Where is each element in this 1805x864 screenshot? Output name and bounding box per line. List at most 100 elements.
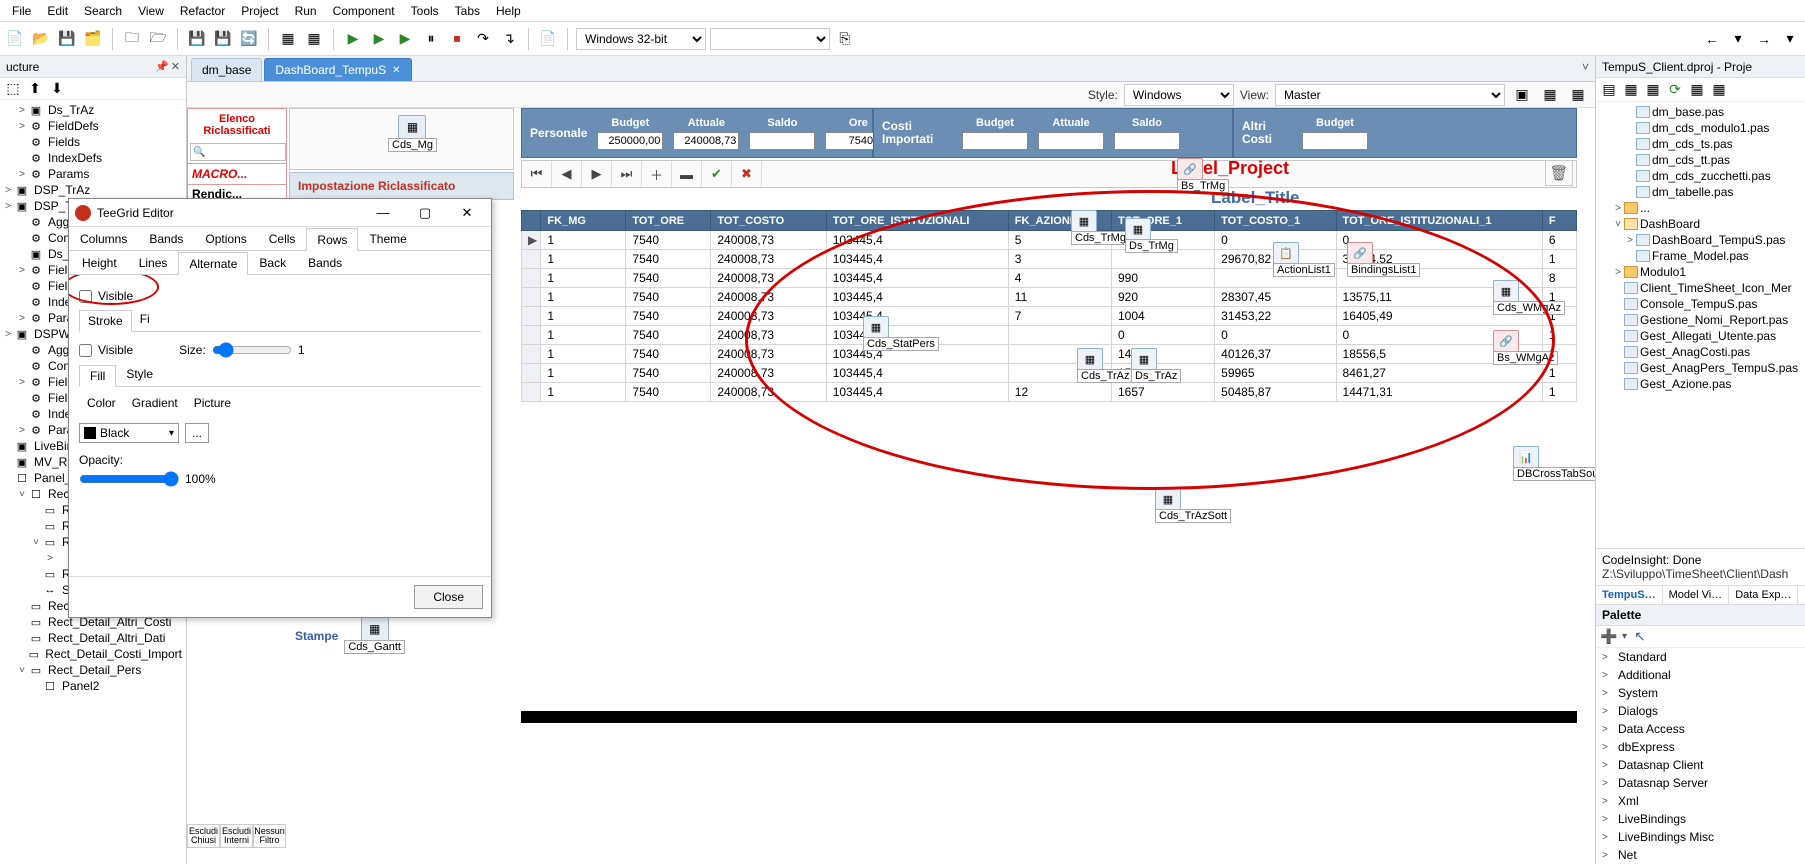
- stroke-tab[interactable]: Stroke: [79, 310, 132, 332]
- dialog-subtab-back[interactable]: Back: [248, 251, 297, 274]
- tree-node[interactable]: ⚙Fields: [2, 134, 184, 150]
- tree-node[interactable]: ☐Panel2: [2, 678, 184, 694]
- saldo-input[interactable]: [749, 132, 815, 150]
- save-all2-icon[interactable]: 💾: [212, 28, 234, 50]
- elenco-macro[interactable]: MACRO...: [188, 163, 286, 184]
- refresh-icon[interactable]: 🔄: [238, 28, 260, 50]
- project-tree[interactable]: dm_base.pasdm_cds_modulo1.pasdm_cds_ts.p…: [1596, 102, 1805, 548]
- palette-category[interactable]: >Datasnap Server: [1596, 774, 1805, 792]
- nav-insert-icon[interactable]: ＋: [642, 161, 672, 187]
- component-cds-mg[interactable]: ▦ Cds_Mg: [388, 115, 437, 152]
- nav-prev-icon[interactable]: ◀: [552, 161, 582, 187]
- menu-project[interactable]: Project: [233, 2, 286, 20]
- tree-node[interactable]: ▭Rect_Detail_Costi_Import: [2, 646, 184, 662]
- structure-down-icon[interactable]: ⬇: [48, 80, 66, 98]
- close-icon[interactable]: ✕: [449, 202, 485, 224]
- fill-subtab[interactable]: Fill: [79, 365, 116, 387]
- project-bottom-tab[interactable]: Data Exp…: [1729, 586, 1798, 604]
- palette-category[interactable]: >Xml: [1596, 792, 1805, 810]
- palette-category[interactable]: >LiveBindings: [1596, 810, 1805, 828]
- palette-category[interactable]: >Dialogs: [1596, 702, 1805, 720]
- form2-icon[interactable]: ▦: [303, 28, 325, 50]
- fill-tab2[interactable]: Fi: [132, 309, 158, 331]
- minimize-icon[interactable]: —: [365, 202, 401, 224]
- tree-node[interactable]: >▣Ds_TrAz: [2, 102, 184, 118]
- menu-help[interactable]: Help: [488, 2, 529, 20]
- step-over-icon[interactable]: ↷: [472, 28, 494, 50]
- nav-first-icon[interactable]: ⏮: [522, 161, 552, 187]
- proj-tool3-icon[interactable]: ▦: [1644, 81, 1662, 99]
- project-node[interactable]: Client_TimeSheet_Icon_Mer: [1600, 280, 1801, 296]
- palette-category[interactable]: >dbExpress: [1596, 738, 1805, 756]
- component-bs-wmgaz[interactable]: 🔗Bs_WMgAz: [1493, 330, 1558, 365]
- table-row[interactable]: 17540240008,73103445,47100431453,2216405…: [522, 307, 1577, 326]
- palette-category[interactable]: >Data Access: [1596, 720, 1805, 738]
- save-group-icon[interactable]: 💾: [186, 28, 208, 50]
- open-icon[interactable]: 📂: [30, 28, 52, 50]
- step-into-icon[interactable]: ↴: [498, 28, 520, 50]
- attuale2-input[interactable]: [1038, 132, 1104, 150]
- menu-tools[interactable]: Tools: [403, 2, 447, 20]
- style-subtab[interactable]: Style: [116, 364, 163, 386]
- opacity-slider[interactable]: [79, 471, 179, 487]
- stop-icon[interactable]: ⏹: [446, 28, 468, 50]
- design-tool1-icon[interactable]: ▣: [1511, 84, 1533, 106]
- save-icon[interactable]: 💾: [56, 28, 78, 50]
- tree-node[interactable]: ˅▭Rect_Detail_Pers: [2, 662, 184, 678]
- project-node[interactable]: Gest_Allegati_Utente.pas: [1600, 328, 1801, 344]
- color-select[interactable]: Black ▾: [79, 423, 179, 443]
- palette-category[interactable]: >System: [1596, 684, 1805, 702]
- form-icon[interactable]: ▦: [277, 28, 299, 50]
- proj-tool4-icon[interactable]: ▦: [1688, 81, 1706, 99]
- saldo2-input[interactable]: [1114, 132, 1180, 150]
- project-bottom-tab[interactable]: Model Vi…: [1663, 586, 1730, 604]
- project-node[interactable]: ˅DashBoard: [1600, 216, 1801, 232]
- dialog-close-button[interactable]: Close: [414, 585, 483, 609]
- nav-back-icon[interactable]: ←: [1701, 28, 1723, 50]
- escludi-cell[interactable]: NessunFiltro: [253, 824, 286, 848]
- project-node[interactable]: Gestione_Nomi_Report.pas: [1600, 312, 1801, 328]
- design-tool3-icon[interactable]: ▦: [1567, 84, 1589, 106]
- table-row[interactable]: 17540240008,73103445,40001: [522, 326, 1577, 345]
- project-node[interactable]: dm_cds_tt.pas: [1600, 152, 1801, 168]
- style-select[interactable]: Windows: [1124, 84, 1234, 106]
- project-node[interactable]: Frame_Model.pas: [1600, 248, 1801, 264]
- run-to-cursor-icon[interactable]: ▶: [394, 28, 416, 50]
- dialog-tab-theme[interactable]: Theme: [358, 227, 417, 250]
- escludi-cell[interactable]: EscludiInterni: [220, 824, 253, 848]
- menu-component[interactable]: Component: [325, 2, 403, 20]
- config-select[interactable]: [710, 28, 830, 50]
- proj-tool2-icon[interactable]: ▦: [1622, 81, 1640, 99]
- project-node[interactable]: dm_cds_ts.pas: [1600, 136, 1801, 152]
- new-file-icon[interactable]: 📄: [4, 28, 26, 50]
- structure-expand-icon[interactable]: ⬚: [4, 80, 22, 98]
- grid-header[interactable]: [522, 211, 541, 231]
- palette-add-icon[interactable]: ➕: [1600, 628, 1618, 646]
- tree-node[interactable]: ⚙IndexDefs: [2, 150, 184, 166]
- project-node[interactable]: dm_cds_zucchetti.pas: [1600, 168, 1801, 184]
- escludi-cell[interactable]: EscludiChiusi: [187, 824, 220, 848]
- dialog-subtab-height[interactable]: Height: [71, 251, 128, 274]
- tree-node[interactable]: >▣DSP_TrAz: [2, 182, 184, 198]
- project-node[interactable]: >DashBoard_TempuS.pas: [1600, 232, 1801, 248]
- grid-header[interactable]: TOT_ORE_ISTITUZIONALI: [826, 211, 1008, 231]
- visible2-checkbox[interactable]: [79, 344, 92, 357]
- menu-search[interactable]: Search: [76, 2, 130, 20]
- color-subtab[interactable]: Color: [79, 393, 124, 413]
- tree-node[interactable]: >⚙Params: [2, 166, 184, 182]
- menu-tabs[interactable]: Tabs: [447, 2, 488, 20]
- grid-header[interactable]: F: [1542, 211, 1576, 231]
- nav-post-icon[interactable]: ✔: [702, 161, 732, 187]
- structure-up-icon[interactable]: ⬆: [26, 80, 44, 98]
- proj-refresh-icon[interactable]: ⟳: [1666, 81, 1684, 99]
- project-node[interactable]: >Modulo1: [1600, 264, 1801, 280]
- project-node[interactable]: dm_tabelle.pas: [1600, 184, 1801, 200]
- attuale-input[interactable]: [673, 132, 739, 150]
- component-actionlist[interactable]: 📋ActionList1: [1273, 242, 1335, 277]
- table-row[interactable]: 17540240008,73103445,41520599658461,271: [522, 364, 1577, 383]
- menu-edit[interactable]: Edit: [39, 2, 76, 20]
- gradient-subtab[interactable]: Gradient: [124, 393, 186, 413]
- run-nodebug-icon[interactable]: ▶: [368, 28, 390, 50]
- tab-close-icon[interactable]: ✕: [392, 65, 400, 76]
- project-node[interactable]: dm_base.pas: [1600, 104, 1801, 120]
